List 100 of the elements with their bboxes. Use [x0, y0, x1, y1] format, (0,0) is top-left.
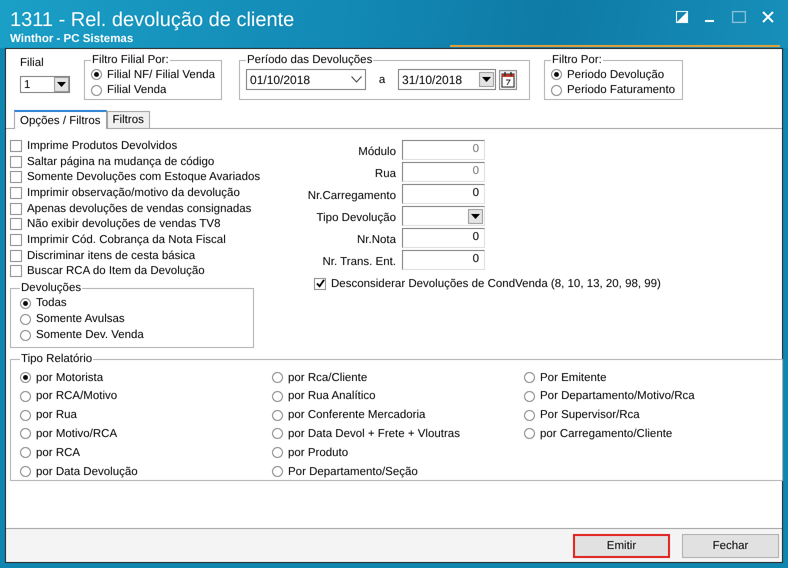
radio-button[interactable]: [272, 390, 283, 402]
radio-button[interactable]: [524, 372, 535, 384]
radio-button[interactable]: [272, 410, 283, 421]
radio-button[interactable]: [20, 428, 31, 440]
checkbox[interactable]: [10, 171, 22, 184]
radio-option[interactable]: Por Departamento/Seção: [272, 462, 524, 481]
number-field[interactable]: 0: [402, 250, 485, 270]
checkbox[interactable]: [10, 218, 22, 230]
checkbox-label: Imprime Produtos Devolvidos: [27, 140, 178, 152]
radio-button[interactable]: [551, 69, 562, 80]
checkbox[interactable]: [10, 202, 22, 215]
window-subtitle: Winthor - PC Sistemas: [10, 32, 134, 46]
radio-button[interactable]: [272, 428, 283, 440]
radio-option[interactable]: por Rua Analítico: [272, 386, 524, 406]
radio-button[interactable]: [20, 447, 31, 458]
checkbox[interactable]: [314, 278, 326, 290]
radio-label: por Produto: [288, 446, 348, 459]
radio-option[interactable]: Periodo Devolução: [551, 67, 676, 82]
radio-option[interactable]: Por Departamento/Motivo/Rca: [524, 386, 776, 406]
radio-button[interactable]: [524, 428, 535, 440]
radio-button[interactable]: [551, 84, 562, 96]
number-field[interactable]: 0: [402, 228, 485, 248]
radio-button[interactable]: [20, 330, 31, 341]
radio-option[interactable]: por Conferente Mercadoria: [272, 406, 524, 425]
radio-button[interactable]: [20, 466, 31, 478]
radio-label: por Rua: [36, 409, 77, 422]
radio-option[interactable]: por Rua: [20, 406, 272, 425]
radio-label: por RCA: [36, 446, 80, 459]
radio-option[interactable]: por Carregamento/Cliente: [524, 424, 776, 444]
radio-option[interactable]: por Produto: [272, 443, 524, 462]
window-title: 1311 - Rel. devolução de cliente: [10, 8, 294, 32]
field-label: Nr.Carregamento: [306, 189, 396, 204]
radio-option[interactable]: Filial Venda: [91, 82, 216, 98]
radio-option[interactable]: por RCA/Motivo: [20, 386, 272, 406]
radio-label: por Rua Analítico: [288, 390, 376, 402]
number-field[interactable]: 0: [402, 184, 485, 204]
radio-label: Todas: [36, 297, 67, 310]
radio-label: Por Departamento/Motivo/Rca: [540, 390, 695, 402]
radio-label: Somente Dev. Venda: [36, 329, 144, 342]
checkbox[interactable]: [10, 156, 22, 168]
field-label: Nr.Nota: [356, 233, 396, 248]
checkbox-label: Não exibir devoluções de vendas TV8: [27, 218, 220, 230]
radio-button[interactable]: [91, 69, 102, 80]
filial-label: Filial: [20, 57, 45, 70]
radio-option[interactable]: Filial NF/ Filial Venda: [91, 67, 216, 82]
action-button[interactable]: Emitir: [573, 534, 670, 558]
close-icon[interactable]: [762, 11, 774, 23]
maximize-icon[interactable]: [732, 11, 746, 23]
radio-button[interactable]: [20, 390, 31, 402]
checkbox-label: Apenas devoluções de vendas consignadas: [27, 202, 252, 215]
radio-label: por Rca/Cliente: [288, 372, 368, 384]
checkbox[interactable]: [10, 234, 22, 246]
group-title: Filtro Por:: [551, 54, 603, 67]
filial-dropdown[interactable]: 1: [20, 76, 70, 93]
calendar-icon[interactable]: [499, 70, 518, 90]
tab[interactable]: Filtros: [106, 111, 150, 128]
radio-option[interactable]: por Data Devol + Frete + Vloutras: [272, 424, 524, 444]
radio-button[interactable]: [524, 390, 535, 402]
radio-option[interactable]: Somente Avulsas: [20, 311, 247, 328]
radio-option[interactable]: Por Supervisor/Rca: [524, 406, 776, 425]
radio-option[interactable]: por RCA: [20, 443, 272, 462]
checkbox[interactable]: [10, 250, 22, 262]
radio-button[interactable]: [20, 372, 31, 384]
radio-label: por Data Devol + Frete + Vloutras: [288, 428, 460, 440]
radio-button[interactable]: [20, 410, 31, 421]
restore-icon[interactable]: [676, 11, 688, 23]
end-date-field[interactable]: 31/10/2018: [398, 69, 496, 90]
checkbox[interactable]: [10, 186, 22, 199]
radio-button[interactable]: [91, 84, 102, 96]
radio-option[interactable]: Somente Dev. Venda: [20, 327, 247, 344]
radio-button[interactable]: [272, 466, 283, 478]
radio-button[interactable]: [272, 447, 283, 458]
checkbox[interactable]: [10, 140, 22, 152]
radio-option[interactable]: Por Emitente: [524, 368, 776, 387]
group-title: Período das Devoluções: [246, 54, 374, 67]
radio-option[interactable]: por Data Devolução: [20, 462, 272, 481]
field-label: Nr. Trans. Ent.: [322, 255, 396, 270]
radio-option[interactable]: por Motivo/RCA: [20, 424, 272, 444]
radio-button[interactable]: [524, 410, 535, 421]
radio-button[interactable]: [20, 298, 31, 309]
type-dropdown[interactable]: [402, 206, 485, 226]
radio-option[interactable]: Todas: [20, 295, 247, 312]
radio-label: Periodo Devolução: [567, 68, 664, 81]
checkbox-label: Buscar RCA do Item da Devolução: [27, 265, 205, 278]
radio-option[interactable]: por Motorista: [20, 368, 272, 387]
radio-button[interactable]: [272, 372, 283, 384]
radio-option[interactable]: Periodo Faturamento: [551, 82, 676, 98]
checkbox-label: Somente Devoluções com Estoque Avariados: [27, 171, 260, 184]
radio-option[interactable]: por Rca/Cliente: [272, 368, 524, 387]
action-button[interactable]: Fechar: [682, 534, 779, 558]
field-label: Rua: [374, 167, 396, 182]
radio-label: Por Emitente: [540, 372, 606, 384]
start-date-field[interactable]: 01/10/2018: [246, 69, 366, 90]
tab[interactable]: Opções / Filtros: [14, 110, 107, 129]
checkbox[interactable]: [10, 265, 22, 278]
range-separator: a: [378, 74, 386, 86]
group-title: Tipo Relatório: [20, 353, 94, 366]
chevron-down-icon[interactable]: [351, 76, 362, 83]
radio-button[interactable]: [20, 314, 31, 325]
radio-label: Filial NF/ Filial Venda: [107, 68, 216, 81]
